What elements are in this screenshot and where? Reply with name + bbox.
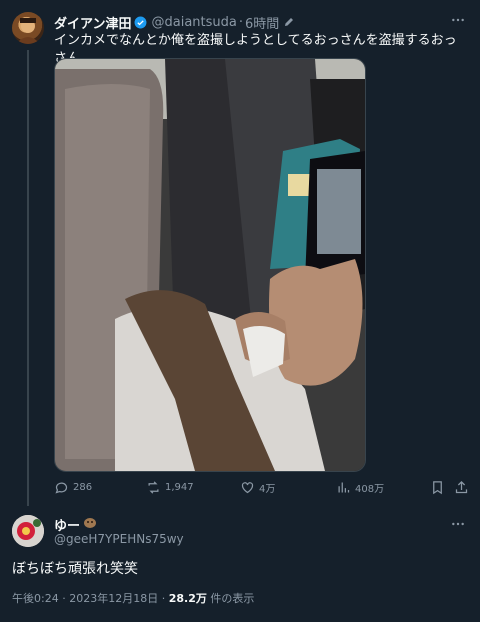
edited-pencil-icon[interactable] bbox=[283, 16, 295, 28]
repost-button[interactable]: 1,947 bbox=[146, 480, 194, 495]
reply-count: 286 bbox=[73, 482, 93, 493]
post-time[interactable]: 6時間 bbox=[245, 13, 279, 32]
reply-meta: 午後0:24 · 2023年12月18日 · 28.2万 件の表示 bbox=[12, 590, 254, 606]
verified-badge-icon bbox=[134, 16, 147, 29]
repost-icon bbox=[148, 481, 159, 494]
post-actions: 286 1,947 4万 408万 bbox=[54, 480, 470, 498]
post-header: ダイアン津田 @daiantsuda · 6時間 bbox=[54, 12, 468, 32]
reply-time[interactable]: 午後0:24 bbox=[12, 592, 59, 605]
sloth-emoji-icon bbox=[83, 517, 97, 533]
analytics-icon bbox=[338, 482, 350, 493]
author-handle[interactable]: @daiantsuda bbox=[151, 15, 236, 30]
author-name[interactable]: ダイアン津田 bbox=[54, 13, 131, 32]
separator-dot: · bbox=[238, 14, 243, 30]
separator-dot: · bbox=[161, 592, 169, 605]
reply-button[interactable]: 286 bbox=[54, 480, 92, 495]
share-icon bbox=[455, 480, 468, 494]
views-button[interactable]: 408万 bbox=[336, 480, 384, 495]
views-count: 408万 bbox=[355, 484, 385, 495]
heart-icon bbox=[241, 482, 254, 494]
like-button[interactable]: 4万 bbox=[240, 480, 275, 495]
like-count: 4万 bbox=[259, 484, 276, 495]
reply-more-options-icon[interactable] bbox=[450, 516, 466, 532]
thread-line bbox=[27, 50, 29, 506]
bookmark-icon bbox=[433, 481, 442, 495]
reply-date[interactable]: 2023年12月18日 bbox=[69, 592, 158, 605]
reply-handle[interactable]: @geeH7YPEHNs75wy bbox=[54, 532, 184, 546]
post-photo[interactable] bbox=[54, 58, 366, 472]
reply-avatar[interactable] bbox=[12, 515, 44, 547]
reply-text: ぼちぼち頑張れ笑笑 bbox=[12, 561, 138, 577]
bookmark-button[interactable] bbox=[430, 480, 445, 495]
share-button[interactable] bbox=[454, 480, 469, 495]
reply-views-label: 件の表示 bbox=[210, 592, 255, 605]
reply-views-count: 28.2万 bbox=[168, 592, 207, 605]
post-avatar[interactable] bbox=[12, 12, 44, 44]
reply-icon bbox=[55, 482, 68, 494]
more-options-icon[interactable] bbox=[450, 12, 466, 28]
repost-count: 1,947 bbox=[165, 482, 194, 493]
